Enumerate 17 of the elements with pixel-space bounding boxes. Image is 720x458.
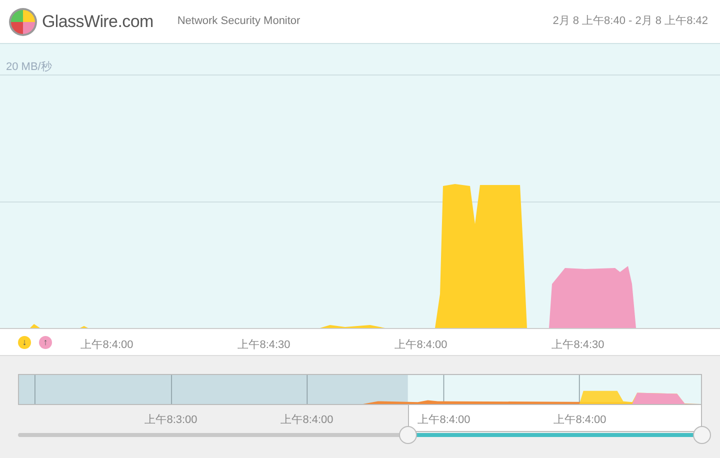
time-label: 上午8:4:00 [418,413,470,428]
time-label: 上午8:4:30 [552,338,604,353]
time-label: 上午8:4:00 [80,338,134,353]
app-subtitle: Network Security Monitor [177,14,300,30]
time-label: 上午8:3:00 [144,413,198,428]
logo-text: GlassWire.com [42,10,154,33]
slider-handle[interactable] [693,426,711,444]
slider-handle[interactable] [398,426,417,444]
y-axis-label: 20 MB/秒 [6,60,52,75]
legend-dot: ↓ [18,336,31,349]
time-label: 上午8:4:00 [280,413,334,428]
legend-dot: ↑ [39,336,52,349]
time-label: 上午8:4:00 [394,338,448,353]
time-label: 上午8:4:00 [554,413,606,428]
logo-icon [8,6,38,36]
time-range: 2月 8 上午8:40 - 2月 8 上午8:42 [552,14,708,30]
time-label: 上午8:4:30 [238,338,290,353]
